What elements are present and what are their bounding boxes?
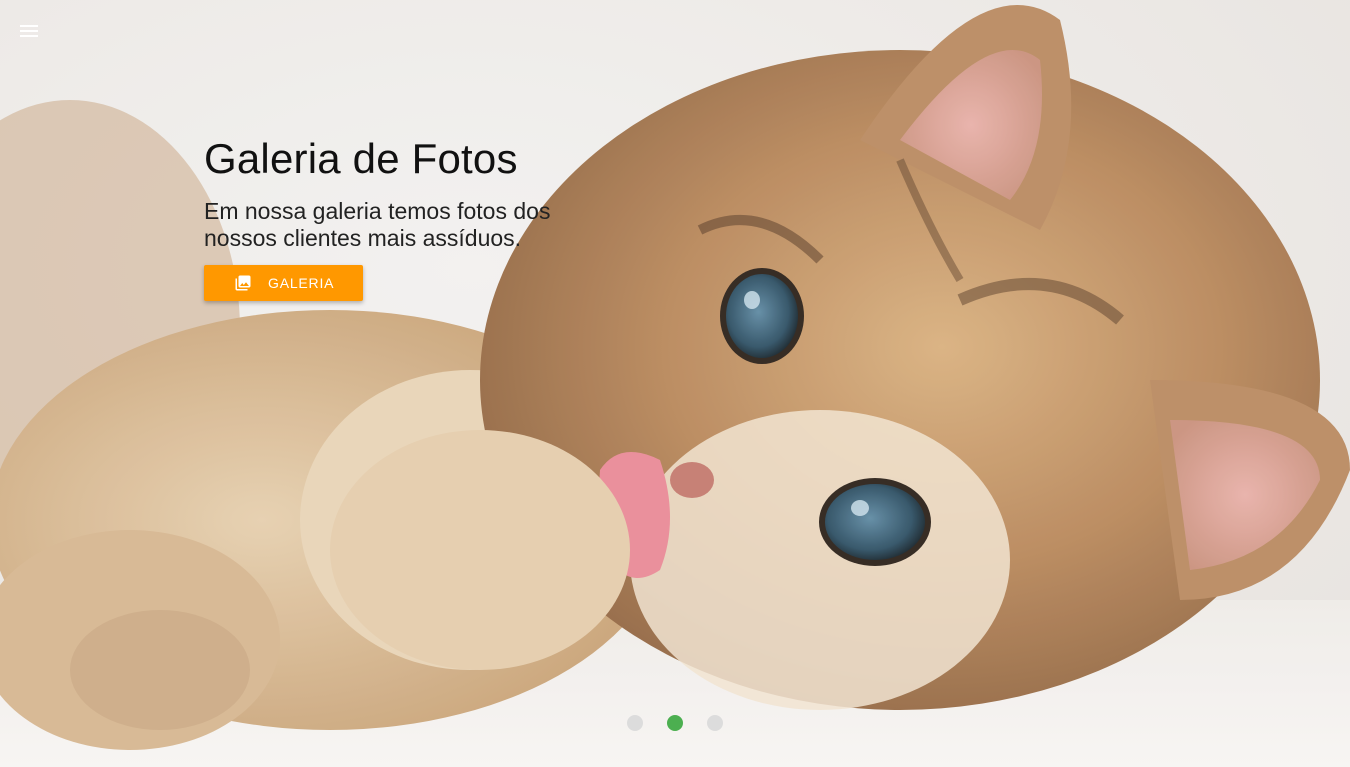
slide-description: Em nossa galeria temos fotos dos nossos …: [204, 198, 551, 251]
gallery-button-label: GALERIA: [268, 275, 335, 291]
slide-title: Galeria de Fotos: [204, 135, 518, 182]
menu-icon: [20, 25, 38, 37]
gallery-button[interactable]: GALERIA: [204, 265, 363, 301]
slide-indicator-2[interactable]: [667, 715, 683, 731]
photo-library-icon: [234, 274, 252, 292]
kitten-photo: [0, 0, 1350, 767]
slide-indicator-1[interactable]: [627, 715, 643, 731]
slide-caption: Galeria de Fotos Em nossa galeria temos …: [204, 132, 624, 252]
menu-button[interactable]: [14, 18, 44, 44]
slide-indicators: [0, 715, 1350, 731]
slide-indicator-3[interactable]: [707, 715, 723, 731]
hero-slider: Galeria de Fotos Em nossa galeria temos …: [0, 0, 1350, 767]
